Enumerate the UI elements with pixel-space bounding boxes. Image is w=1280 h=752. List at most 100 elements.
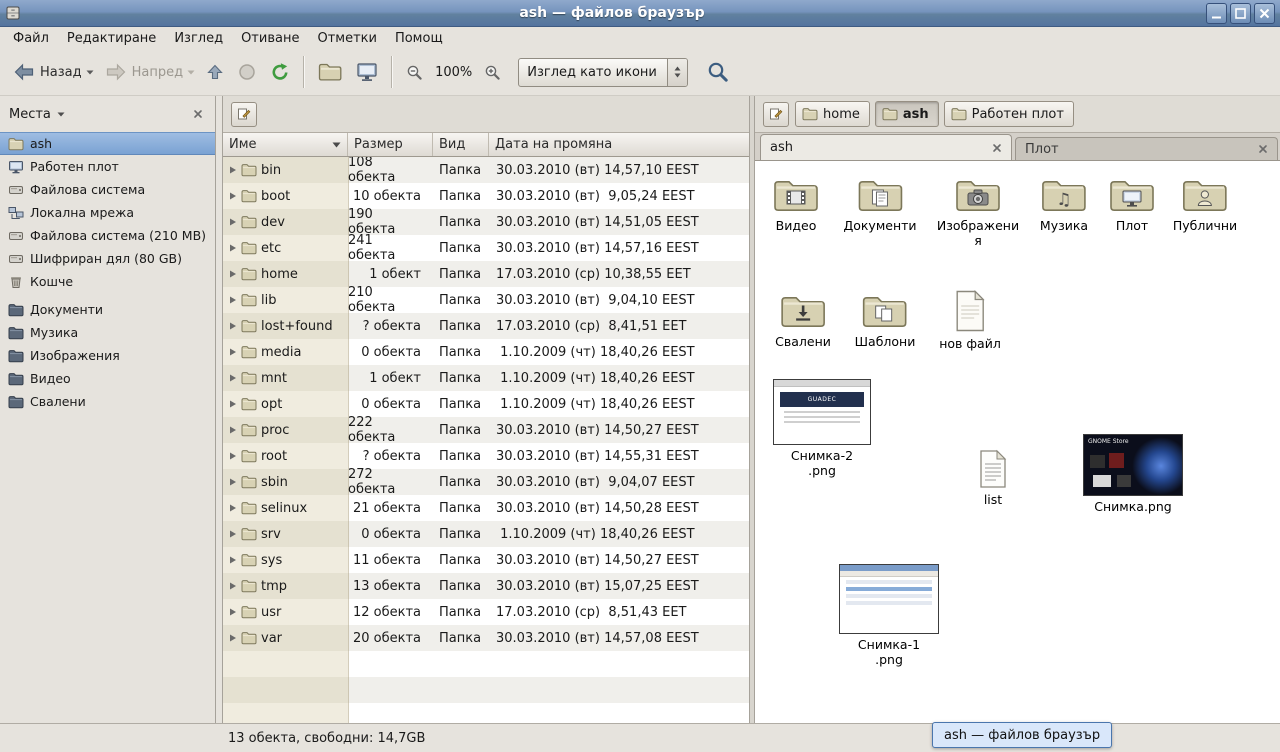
tab-close-button[interactable] (992, 143, 1002, 153)
column-header-date[interactable]: Дата на промяна (489, 133, 749, 156)
table-row[interactable]: mnt1 обектПапка 1.10.2009 (чт) 18,40,26 … (223, 365, 749, 391)
path-button[interactable]: home (795, 101, 870, 127)
expander-icon[interactable] (229, 530, 237, 538)
icon-item[interactable]: ♫Музика (1040, 175, 1088, 233)
forward-history-chevron-icon[interactable] (187, 70, 195, 75)
toggle-location-entry-button[interactable] (763, 102, 789, 127)
table-row[interactable]: dev190 обектаПапка30.03.2010 (вт) 14,51,… (223, 209, 749, 235)
reload-button[interactable] (263, 53, 297, 91)
table-row[interactable]: lib210 обектаПапка30.03.2010 (вт) 9,04,1… (223, 287, 749, 313)
icon-item[interactable]: Документи (843, 175, 916, 233)
minimize-button[interactable] (1206, 3, 1227, 24)
sidebar-item[interactable]: Документи (0, 298, 215, 321)
tab[interactable]: ash (760, 134, 1012, 160)
path-button[interactable]: ash (875, 101, 939, 127)
home-button[interactable] (311, 53, 349, 91)
up-button[interactable] (199, 53, 231, 91)
table-row[interactable]: lost+found? обектаПапка17.03.2010 (ср) 8… (223, 313, 749, 339)
sidebar-item[interactable]: Видео (0, 367, 215, 390)
table-row[interactable]: bin108 обектаПапка30.03.2010 (вт) 14,57,… (223, 157, 749, 183)
menu-item[interactable]: Файл (4, 29, 58, 48)
icon-item[interactable]: Публични (1173, 175, 1237, 233)
menu-item[interactable]: Помощ (386, 29, 452, 48)
zoom-out-button[interactable] (399, 53, 430, 91)
expander-icon[interactable] (229, 244, 237, 252)
table-row[interactable]: sys11 обектаПапка30.03.2010 (вт) 14,50,2… (223, 547, 749, 573)
pane-splitter[interactable] (216, 96, 223, 723)
icon-item[interactable]: Снимка-1.png (839, 564, 939, 667)
close-button[interactable] (1254, 3, 1275, 24)
column-header-type[interactable]: Вид (433, 133, 489, 156)
icon-item[interactable]: Плот (1108, 175, 1156, 233)
expander-icon[interactable] (229, 478, 237, 486)
expander-icon[interactable] (229, 166, 237, 174)
table-row[interactable]: proc222 обектаПапка30.03.2010 (вт) 14,50… (223, 417, 749, 443)
expander-icon[interactable] (229, 322, 237, 330)
expander-icon[interactable] (229, 426, 237, 434)
back-button[interactable]: Назад (6, 53, 89, 91)
path-button[interactable]: Работен плот (944, 101, 1074, 127)
icon-view[interactable]: ВидеоДокументиИзображения♫МузикаПлотПубл… (755, 161, 1280, 723)
table-row[interactable]: media0 обектаПапка 1.10.2009 (чт) 18,40,… (223, 339, 749, 365)
sidebar-item[interactable]: Музика (0, 321, 215, 344)
table-row[interactable]: var20 обектаПапка30.03.2010 (вт) 14,57,0… (223, 625, 749, 651)
combo-spin-icon[interactable] (667, 59, 687, 86)
tab[interactable]: Плот (1015, 137, 1278, 160)
icon-item[interactable]: GUADECСнимка-2.png (773, 379, 871, 478)
expander-icon[interactable] (229, 296, 237, 304)
icon-item[interactable]: Изображения (936, 175, 1020, 248)
column-header-size[interactable]: Размер (348, 133, 433, 156)
menu-item[interactable]: Отиване (232, 29, 308, 48)
menu-item[interactable]: Изглед (165, 29, 232, 48)
table-row[interactable]: root? обектаПапка30.03.2010 (вт) 14,55,3… (223, 443, 749, 469)
sidebar-item[interactable]: Шифриран дял (80 GB) (0, 247, 215, 270)
icon-item[interactable]: Шаблони (855, 291, 916, 349)
table-row[interactable]: boot10 обектаПапка30.03.2010 (вт) 9,05,2… (223, 183, 749, 209)
table-row[interactable]: etc241 обектаПапка30.03.2010 (вт) 14,57,… (223, 235, 749, 261)
computer-button[interactable] (349, 53, 385, 91)
sidebar-item[interactable]: Изображения (0, 344, 215, 367)
expander-icon[interactable] (229, 582, 237, 590)
table-row[interactable]: opt0 обектаПапка 1.10.2009 (чт) 18,40,26… (223, 391, 749, 417)
places-title[interactable]: Места (9, 107, 51, 122)
sidebar-item[interactable]: Файлова система (210 MB) (0, 224, 215, 247)
expander-icon[interactable] (229, 192, 237, 200)
titlebar[interactable]: ash — файлов браузър (0, 0, 1280, 27)
view-mode-select[interactable]: Изглед като икони (518, 58, 688, 87)
icon-item[interactable]: GNOME StoreСнимка.png (1083, 434, 1183, 514)
menu-item[interactable]: Отметки (308, 29, 385, 48)
expander-icon[interactable] (229, 634, 237, 642)
icon-item[interactable]: list (977, 449, 1009, 507)
forward-button[interactable]: Напред (98, 53, 190, 91)
expander-icon[interactable] (229, 504, 237, 512)
table-row[interactable]: selinux21 обектаПапка30.03.2010 (вт) 14,… (223, 495, 749, 521)
toggle-location-entry-button[interactable] (231, 102, 257, 127)
table-row[interactable]: home1 обектПапка17.03.2010 (ср) 10,38,55… (223, 261, 749, 287)
column-header-name[interactable]: Име (223, 133, 348, 156)
stop-button[interactable] (231, 53, 263, 91)
sidebar-item[interactable]: Локална мрежа (0, 201, 215, 224)
tab-close-button[interactable] (1258, 144, 1268, 154)
back-history-chevron-icon[interactable] (86, 70, 94, 75)
expander-icon[interactable] (229, 452, 237, 460)
expander-icon[interactable] (229, 348, 237, 356)
sidebar-item[interactable]: ash (0, 132, 215, 155)
table-row[interactable]: usr12 обектаПапка17.03.2010 (ср) 8,51,43… (223, 599, 749, 625)
sidebar-item[interactable]: Работен плот (0, 155, 215, 178)
maximize-button[interactable] (1230, 3, 1251, 24)
table-row[interactable]: srv0 обектаПапка 1.10.2009 (чт) 18,40,26… (223, 521, 749, 547)
search-button[interactable] (700, 53, 736, 91)
expander-icon[interactable] (229, 400, 237, 408)
expander-icon[interactable] (229, 270, 237, 278)
sidebar-item[interactable]: Кошче (0, 270, 215, 293)
expander-icon[interactable] (229, 218, 237, 226)
expander-icon[interactable] (229, 556, 237, 564)
sidebar-item[interactable]: Файлова система (0, 178, 215, 201)
zoom-in-button[interactable] (477, 53, 508, 91)
icon-item[interactable]: Свалени (775, 291, 831, 349)
table-row[interactable]: sbin272 обектаПапка30.03.2010 (вт) 9,04,… (223, 469, 749, 495)
places-dropdown-icon[interactable] (57, 112, 65, 117)
menu-item[interactable]: Редактиране (58, 29, 165, 48)
icon-item[interactable]: нов файл (939, 289, 1001, 351)
expander-icon[interactable] (229, 608, 237, 616)
